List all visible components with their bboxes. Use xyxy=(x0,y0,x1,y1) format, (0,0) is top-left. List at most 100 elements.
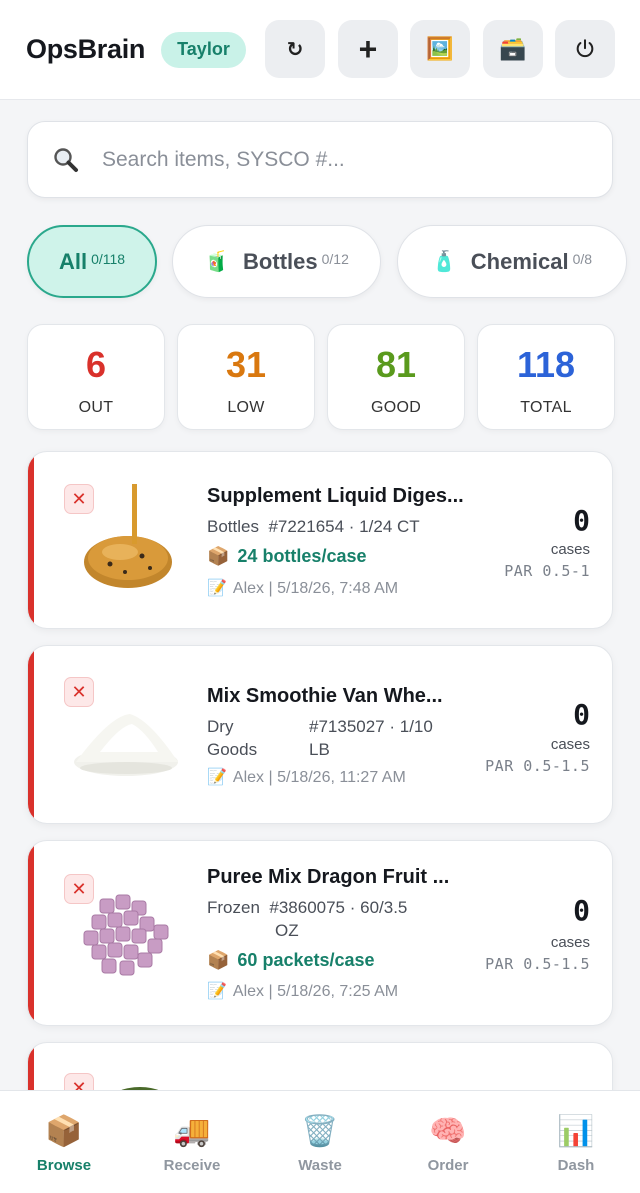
lotion-bottle-icon: 🧴 xyxy=(431,251,457,273)
wastebasket-icon: 🗑️ xyxy=(301,1115,339,1148)
status-bar xyxy=(28,452,34,628)
item-card[interactable]: ✕ Supplement Liquid Diges... Bottles #72… xyxy=(27,451,613,629)
stat-low[interactable]: 31 LOW xyxy=(177,324,315,430)
sku-line: LB xyxy=(309,740,330,759)
note-text: Alex | 5/18/26, 7:48 AM xyxy=(232,580,399,597)
chip-label: Chemical xyxy=(470,248,569,274)
item-quantity[interactable]: 0 xyxy=(573,698,590,731)
item-unit: cases xyxy=(550,934,590,951)
memo-icon: 📝 xyxy=(207,769,227,786)
category-line: Goods xyxy=(207,740,258,759)
nav-label: Receive xyxy=(163,1157,221,1174)
item-note: 📝 Alex | 5/18/26, 7:48 AM xyxy=(207,578,398,598)
stat-label: OUT xyxy=(78,399,114,416)
stat-total[interactable]: 118 TOTAL xyxy=(477,324,615,430)
plus-icon: + xyxy=(358,31,378,67)
item-meta: Frozen #3860075 · 60/3.5 xyxy=(207,896,407,919)
stat-value: 31 xyxy=(225,344,267,385)
sku-line: OZ xyxy=(275,921,299,940)
nav-dash[interactable]: 📊 Dash xyxy=(512,1091,640,1193)
memo-icon: 📝 xyxy=(207,983,227,1000)
image-button[interactable]: 🖼️ xyxy=(410,20,470,78)
stat-label: GOOD xyxy=(370,399,422,416)
item-quantity[interactable]: 0 xyxy=(573,894,590,927)
item-title: Supplement Liquid Diges... xyxy=(207,485,464,507)
memo-icon: 📝 xyxy=(207,580,227,597)
app-header: OpsBrain Taylor ↻ + 🖼️ 🗃️ xyxy=(0,0,640,100)
category-chip-bottles[interactable]: 🧃 Bottles 0/12 xyxy=(172,225,381,298)
item-category: Bottles xyxy=(207,517,259,536)
nav-receive[interactable]: 🚚 Receive xyxy=(128,1091,256,1193)
item-title: Puree Mix Dragon Fruit ... xyxy=(207,866,450,888)
item-sku: #7135027 · 1/10 LB xyxy=(309,715,433,761)
nav-browse[interactable]: 📦 Browse xyxy=(0,1091,128,1193)
card-file-icon: 🗃️ xyxy=(499,36,527,61)
user-badge[interactable]: Taylor xyxy=(161,31,246,68)
refresh-button[interactable]: ↻ xyxy=(265,20,325,78)
pack-size: 24 bottles/case xyxy=(237,546,367,566)
status-bar xyxy=(28,841,34,1025)
stat-value: 6 xyxy=(85,344,107,385)
item-category: Frozen xyxy=(207,898,260,917)
stat-good[interactable]: 81 GOOD xyxy=(327,324,465,430)
nav-waste[interactable]: 🗑️ Waste xyxy=(256,1091,384,1193)
chip-count: 0/118 xyxy=(91,250,126,267)
picture-icon: 🖼️ xyxy=(426,36,454,61)
delivery-truck-icon: 🚚 xyxy=(173,1115,211,1148)
chip-label: All xyxy=(58,248,88,274)
package-icon: 📦 xyxy=(45,1115,83,1148)
item-pack: 📦 24 bottles/case xyxy=(207,546,367,567)
archive-button[interactable]: 🗃️ xyxy=(483,20,543,78)
item-card[interactable]: ✕ Puree Mix Dragon Fruit ... Frozen #386… xyxy=(27,840,613,1026)
item-note: 📝 Alex | 5/18/26, 11:27 AM xyxy=(207,767,406,787)
bottle-icon: 🧃 xyxy=(204,251,230,273)
nav-label: Browse xyxy=(36,1157,92,1174)
stat-label: LOW xyxy=(227,399,265,416)
power-icon xyxy=(576,39,594,58)
search-input[interactable] xyxy=(102,147,572,172)
item-image xyxy=(74,714,178,776)
note-text: Alex | 5/18/26, 11:27 AM xyxy=(232,769,406,786)
refresh-icon: ↻ xyxy=(286,38,304,61)
pack-size: 60 packets/case xyxy=(237,950,375,970)
sku-line: #3860075 · 60/3.5 xyxy=(269,898,408,917)
item-card[interactable]: ✕ Mix Smoothie Van Whe... Dry Goods #713… xyxy=(27,645,613,824)
item-par: PAR 0.5-1.5 xyxy=(485,757,590,775)
status-bar xyxy=(28,646,34,823)
item-meta: Bottles #7221654 · 1/24 CT xyxy=(207,515,420,538)
item-sku: #7221654 · 1/24 CT xyxy=(268,517,420,536)
stat-value: 81 xyxy=(375,344,417,385)
nav-order[interactable]: 🧠 Order xyxy=(384,1091,512,1193)
logout-button[interactable] xyxy=(555,20,615,78)
stat-value: 118 xyxy=(516,344,576,385)
chip-count: 0/12 xyxy=(321,250,349,267)
item-pack: 📦 60 packets/case xyxy=(207,950,375,971)
item-note: 📝 Alex | 5/18/26, 7:25 AM xyxy=(207,981,398,1001)
add-button[interactable]: + xyxy=(338,20,398,78)
search-icon xyxy=(54,147,78,172)
category-line: Dry xyxy=(207,717,234,736)
stat-out[interactable]: 6 OUT xyxy=(27,324,165,430)
item-par: PAR 0.5-1 xyxy=(504,562,590,580)
chip-count: 0/8 xyxy=(572,250,593,267)
bottom-nav: 📦 Browse 🚚 Receive 🗑️ Waste 🧠 Order 📊 Da… xyxy=(0,1090,640,1193)
bar-chart-icon: 📊 xyxy=(557,1115,595,1148)
item-unit: cases xyxy=(550,541,590,558)
item-unit: cases xyxy=(550,736,590,753)
item-quantity[interactable]: 0 xyxy=(573,504,590,537)
nav-label: Order xyxy=(427,1157,469,1174)
app-title: OpsBrain xyxy=(26,34,146,64)
category-chip-all[interactable]: All 0/118 xyxy=(27,225,157,298)
item-image xyxy=(84,484,172,588)
stat-label: TOTAL xyxy=(520,399,572,416)
note-text: Alex | 5/18/26, 7:25 AM xyxy=(232,983,399,1000)
sku-line: #7135027 · 1/10 xyxy=(309,717,433,736)
item-category: Dry Goods xyxy=(207,715,297,761)
nav-label: Waste xyxy=(298,1157,342,1174)
brain-icon: 🧠 xyxy=(429,1115,467,1148)
chip-label: Bottles xyxy=(243,248,318,274)
search-bar[interactable] xyxy=(27,121,613,198)
item-par: PAR 0.5-1.5 xyxy=(485,955,590,973)
nav-label: Dash xyxy=(557,1157,595,1174)
category-chip-chemical[interactable]: 🧴 Chemical 0/8 xyxy=(397,225,627,298)
